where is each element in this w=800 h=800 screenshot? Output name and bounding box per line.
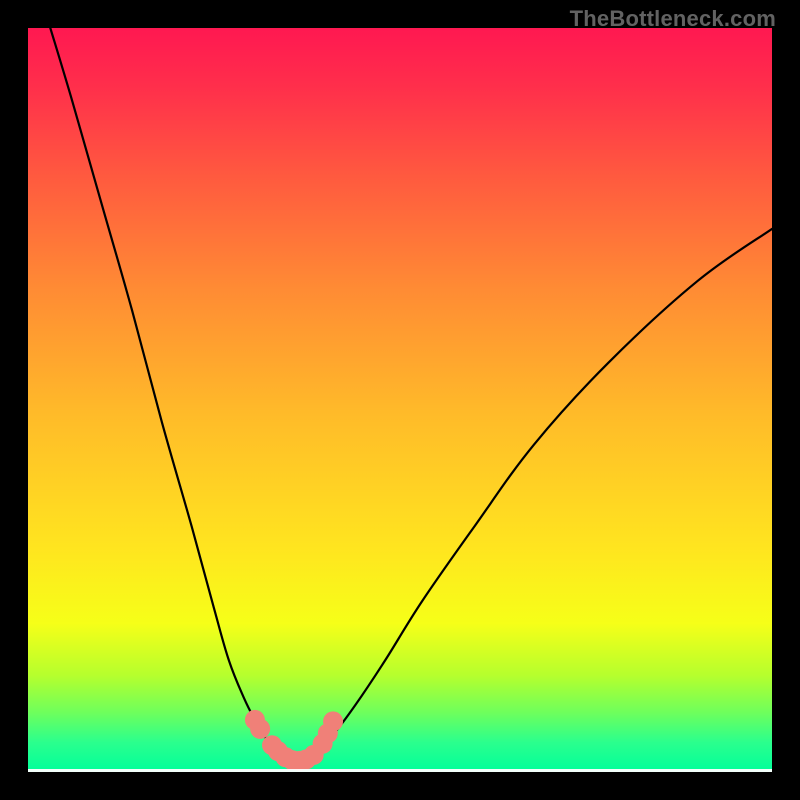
curve-right-branch [318, 229, 772, 750]
baseline [28, 769, 772, 772]
emphasis-dot [250, 719, 270, 739]
plot-area [28, 28, 772, 772]
curve-left-branch [50, 28, 277, 750]
curve-layer [28, 28, 772, 772]
emphasis-dot [323, 711, 343, 731]
chart-frame: TheBottleneck.com [0, 0, 800, 800]
emphasis-dots [245, 710, 343, 771]
